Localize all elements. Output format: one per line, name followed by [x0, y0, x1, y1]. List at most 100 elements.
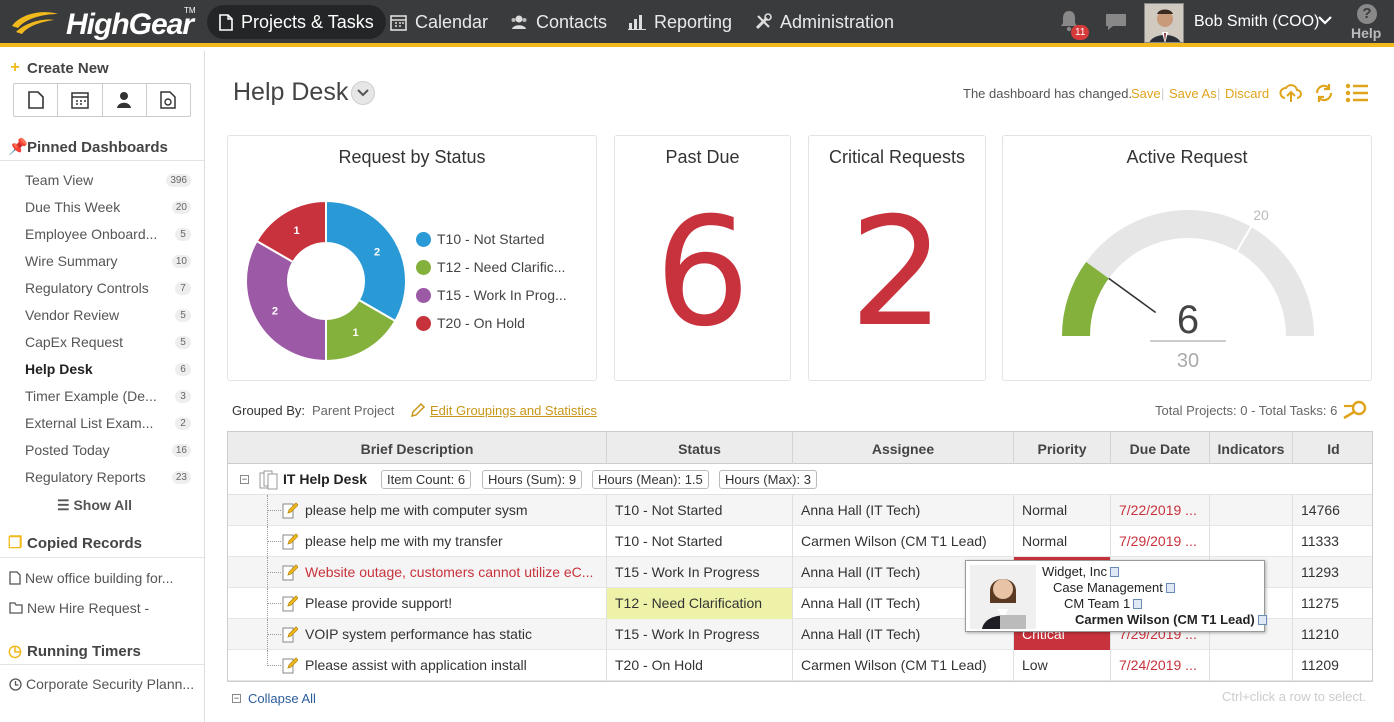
collapse-toggle-icon[interactable]: −: [240, 475, 249, 484]
pinned-item-regulatory-reports[interactable]: Regulatory Reports 23: [25, 469, 191, 485]
column-header-id[interactable]: Id: [1293, 432, 1372, 464]
nav-calendar[interactable]: Calendar: [378, 5, 500, 39]
plus-icon: +: [10, 59, 20, 76]
dashboard-menu-button[interactable]: [351, 81, 375, 105]
collapse-all-label: Collapse All: [248, 691, 316, 706]
cell-priority: Normal: [1014, 526, 1111, 557]
refresh-icon[interactable]: [1313, 82, 1335, 104]
past-due-widget[interactable]: Past Due 6: [614, 135, 791, 381]
table-row[interactable]: please help me with my transfer T10 - No…: [228, 526, 1372, 557]
page-title: Help Desk: [233, 78, 349, 106]
past-due-count: 6: [654, 186, 751, 360]
org-link-icon[interactable]: [1110, 566, 1120, 577]
chevron-down-icon: [357, 89, 369, 97]
new-task-button[interactable]: [14, 84, 59, 116]
nav-reporting[interactable]: Reporting: [616, 5, 744, 39]
new-event-button[interactable]: [58, 84, 103, 116]
task-edit-icon: [282, 564, 298, 581]
group-stat-pill: Hours (Max): 3: [719, 470, 817, 489]
column-header-description[interactable]: Brief Description: [228, 432, 607, 464]
table-row[interactable]: Please assist with application install T…: [228, 650, 1372, 681]
pinned-item-regulatory-controls[interactable]: Regulatory Controls 7: [25, 280, 191, 296]
org-link-icon[interactable]: [1133, 598, 1143, 609]
list-view-icon[interactable]: [1345, 82, 1369, 104]
show-all-button[interactable]: ☰ Show All: [57, 497, 132, 514]
stat-label: Hours (Mean):: [598, 472, 682, 487]
help-label[interactable]: Help: [1351, 25, 1381, 41]
pinned-item-timer-example[interactable]: Timer Example (De... 3: [25, 388, 191, 404]
running-timer-item[interactable]: Corporate Security Plann...: [9, 676, 194, 692]
nav-label: Projects & Tasks: [241, 11, 374, 32]
legend-item[interactable]: T12 - Need Clarific...: [416, 259, 565, 275]
timer-icon: ◷: [8, 643, 22, 660]
save-as-link[interactable]: Save As: [1169, 86, 1217, 101]
pinned-item-label: Employee Onboard...: [25, 226, 158, 242]
list-icon: ☰: [57, 497, 74, 513]
sidebar: + Create New 📌 Pinned Dashboards Team Vi…: [0, 51, 205, 722]
new-contact-button[interactable]: [103, 84, 147, 116]
pinned-item-count: 16: [171, 443, 191, 457]
gauge-fill: [1062, 261, 1109, 337]
copied-record-item[interactable]: New Hire Request -: [9, 600, 149, 616]
collapse-all-button[interactable]: − Collapse All: [232, 691, 316, 706]
nav-contacts[interactable]: Contacts: [498, 5, 619, 39]
legend-label: T12 - Need Clarific...: [437, 259, 566, 275]
pinned-item-label: Vendor Review: [25, 307, 120, 323]
table-row[interactable]: please help me with computer sysm T10 - …: [228, 495, 1372, 526]
widget-title: Critical Requests: [828, 147, 966, 167]
critical-requests-widget[interactable]: Critical Requests 2: [808, 135, 986, 381]
create-new-heading[interactable]: + Create New: [8, 59, 109, 77]
column-header-indicators[interactable]: Indicators: [1210, 432, 1293, 464]
org-link-icon[interactable]: [1165, 582, 1175, 593]
selection-hint: Ctrl+click a row to select.: [1222, 689, 1367, 704]
group-row[interactable]: − IT Help Desk Item Count: 6 Hours (Sum)…: [228, 464, 1372, 495]
widget-title: Request by Status: [338, 147, 486, 167]
user-avatar[interactable]: [1144, 3, 1184, 43]
highgear-logo[interactable]: HighGear TM: [8, 4, 198, 42]
pinned-item-wire-summary[interactable]: Wire Summary 10: [25, 253, 191, 269]
save-link[interactable]: Save: [1131, 86, 1161, 101]
grouped-by-value: Parent Project: [312, 403, 395, 418]
project-folder-icon: [259, 470, 278, 490]
column-header-status[interactable]: Status: [607, 432, 793, 464]
slice-value-label: 2: [272, 306, 278, 318]
task-edit-icon: [282, 533, 298, 550]
legend-item[interactable]: T10 - Not Started: [416, 231, 544, 247]
search-filter-icon[interactable]: [1342, 400, 1368, 420]
pinned-item-employee-onboard[interactable]: Employee Onboard... 5: [25, 226, 191, 242]
legend-item[interactable]: T15 - Work In Prog...: [416, 287, 567, 303]
pinned-item-team-view[interactable]: Team View 396: [25, 172, 191, 188]
pinned-item-help-desk[interactable]: Help Desk 6: [25, 361, 191, 377]
cloud-upload-icon[interactable]: [1279, 82, 1303, 104]
stat-value: 6: [457, 472, 466, 487]
column-header-due-date[interactable]: Due Date: [1111, 432, 1210, 464]
cell-assignee: Carmen Wilson (CM T1 Lead): [793, 650, 1014, 681]
new-process-button[interactable]: [147, 84, 190, 116]
org-link-icon[interactable]: [1257, 614, 1267, 625]
pinned-item-vendor-review[interactable]: Vendor Review 5: [25, 307, 191, 323]
group-name: IT Help Desk: [283, 471, 368, 487]
help-icon[interactable]: ?: [1357, 4, 1377, 24]
edit-groupings-link[interactable]: Edit Groupings and Statistics: [410, 402, 597, 418]
legend-item[interactable]: T20 - On Hold: [416, 315, 525, 331]
chat-icon[interactable]: [1104, 12, 1128, 32]
column-header-assignee[interactable]: Assignee: [793, 432, 1014, 464]
column-header-priority[interactable]: Priority: [1014, 432, 1111, 464]
nav-projects-tasks[interactable]: Projects & Tasks: [207, 5, 386, 39]
create-new-label: Create New: [27, 59, 109, 77]
copied-record-item[interactable]: New office building for...: [9, 570, 173, 586]
user-name[interactable]: Bob Smith (COO): [1194, 13, 1319, 31]
grouped-by-label: Grouped By:: [232, 403, 305, 418]
pinned-item-capex-request[interactable]: CapEx Request 5: [25, 334, 191, 350]
chevron-down-icon[interactable]: [1318, 15, 1332, 25]
discard-link[interactable]: Discard: [1225, 86, 1269, 101]
pinned-item-external-list[interactable]: External List Exam... 2: [25, 415, 191, 431]
pinned-item-due-this-week[interactable]: Due This Week 20: [25, 199, 191, 215]
pinned-item-posted-today[interactable]: Posted Today 16: [25, 442, 191, 458]
nav-administration[interactable]: Administration: [742, 5, 906, 39]
status-donut-chart[interactable]: 2 1 2 1: [243, 198, 409, 364]
nav-label: Calendar: [415, 11, 489, 32]
active-request-gauge[interactable]: 20 6 30: [1043, 196, 1333, 376]
pinned-item-count: 5: [175, 308, 191, 322]
cell-description: VOIP system performance has static: [297, 619, 607, 650]
